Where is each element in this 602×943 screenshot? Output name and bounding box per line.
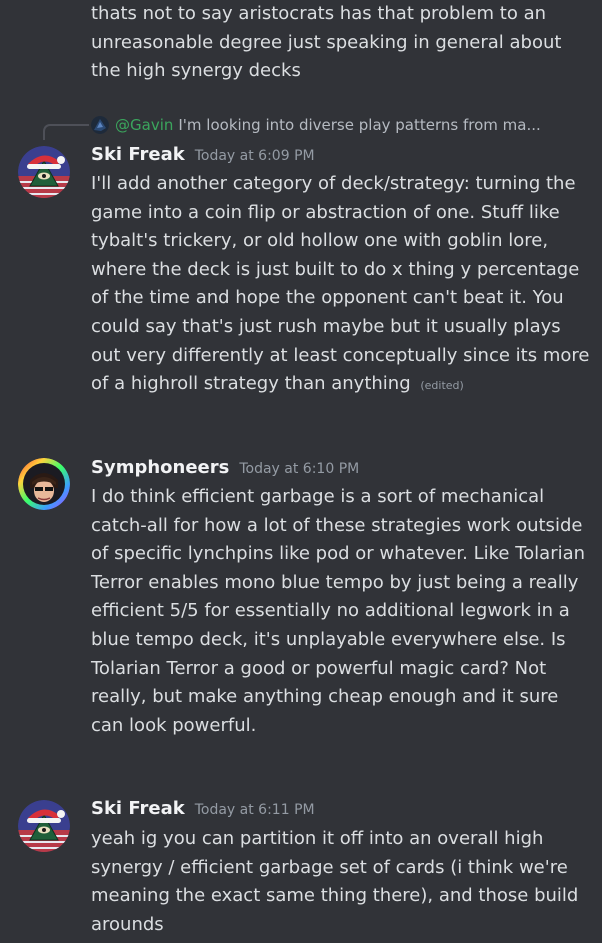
message-text-continued: thats not to say aristocrats has that pr… — [91, 3, 562, 82]
reply-connector — [43, 124, 89, 140]
message-header-2: Symphoneers Today at 6:10 PM — [91, 457, 359, 481]
username[interactable]: Ski Freak — [91, 144, 185, 165]
ski-freak-avatar-icon[interactable] — [18, 800, 70, 852]
gavin-avatar-icon — [91, 116, 109, 134]
reply-reference[interactable]: @Gavin I'm looking into diverse play pat… — [91, 113, 596, 137]
message-header-1: Ski Freak Today at 6:09 PM — [91, 144, 315, 168]
reply-preview[interactable]: I'm looking into diverse play patterns f… — [178, 116, 540, 134]
reply-author[interactable]: @Gavin — [115, 116, 173, 134]
message-text: I'll add another category of deck/strate… — [91, 173, 590, 395]
username[interactable]: Ski Freak — [91, 798, 185, 819]
timestamp[interactable]: Today at 6:11 PM — [195, 802, 315, 818]
message-header-3: Ski Freak Today at 6:11 PM — [91, 798, 315, 822]
edited-label: (edited) — [420, 379, 464, 393]
username[interactable]: Symphoneers — [91, 457, 229, 478]
timestamp[interactable]: Today at 6:09 PM — [195, 148, 315, 164]
message-body-1: I'll add another category of deck/strate… — [91, 170, 591, 401]
message-body-3: yeah ig you can partition it off into an… — [91, 828, 579, 935]
ski-freak-avatar-icon[interactable] — [18, 146, 70, 198]
timestamp[interactable]: Today at 6:10 PM — [239, 461, 359, 477]
chat-view: { "messages": { "continued": { "text": "… — [0, 0, 602, 943]
message-body-2: I do think efficient garbage is a sort o… — [91, 486, 586, 736]
symphoneers-avatar-icon[interactable] — [18, 458, 70, 510]
